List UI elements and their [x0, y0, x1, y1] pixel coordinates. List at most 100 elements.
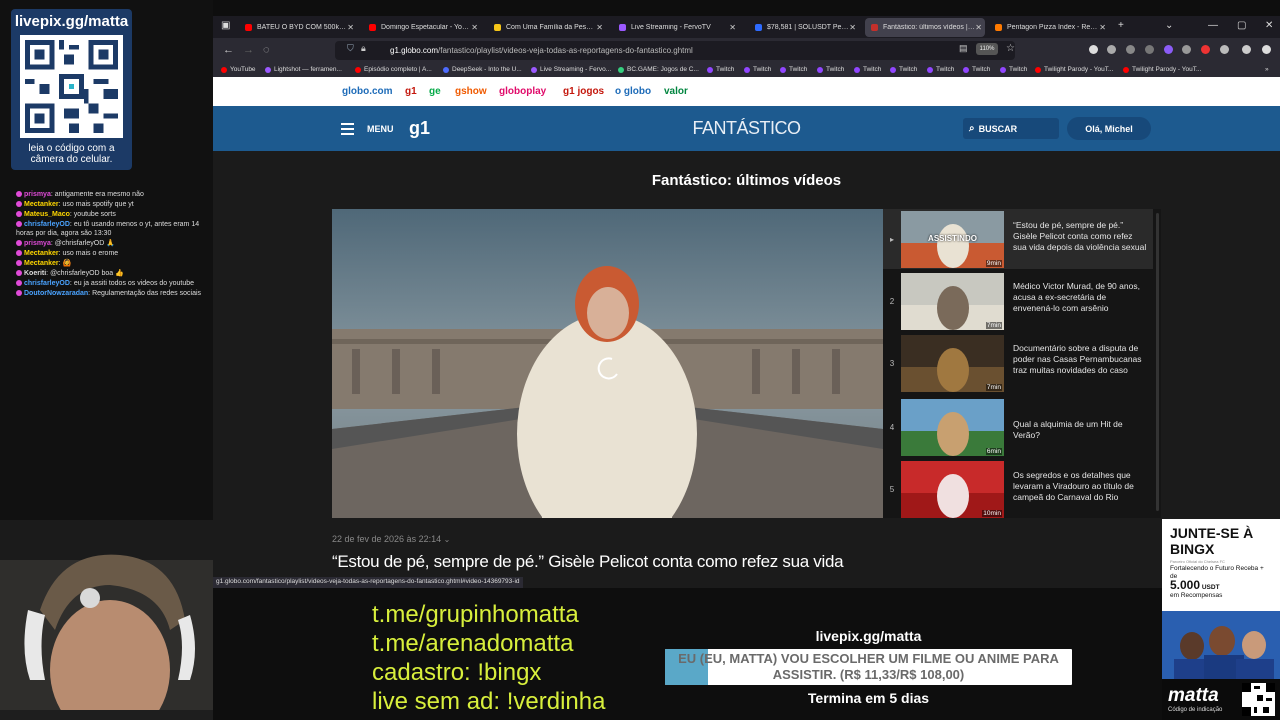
- globo-portal-link[interactable]: gshow: [455, 86, 487, 97]
- tab-favicon-icon: [619, 24, 626, 31]
- playlist-item[interactable]: 2 7min Médico Victor Murad, de 90 anos, ac…: [883, 271, 1153, 331]
- globo-portal-link[interactable]: g1 jogos: [563, 86, 604, 97]
- bookmark-label: Twitch: [972, 66, 991, 73]
- tab-close-icon[interactable]: ✕: [975, 23, 982, 32]
- maximize-button[interactable]: ▢: [1237, 20, 1246, 31]
- bookmark-item[interactable]: Twilight Parody - YouT...: [1035, 66, 1113, 73]
- watching-label: ASSISTINDO: [928, 234, 977, 243]
- chat-message: Mateus_Maco: youtube sorts: [16, 210, 206, 219]
- tab-close-icon[interactable]: ✕: [729, 23, 736, 32]
- menu-icon[interactable]: [1262, 45, 1271, 54]
- bookmark-item[interactable]: Twilight Parody - YouT...: [1123, 66, 1201, 73]
- extension-icon[interactable]: [1201, 45, 1210, 54]
- playlist-scrollbar[interactable]: [1156, 213, 1159, 511]
- bookmark-item[interactable]: Twitch: [707, 66, 734, 73]
- globo-portal-link[interactable]: globo.com: [342, 86, 393, 97]
- bookmark-item[interactable]: Live Streaming - Fervo...: [531, 66, 611, 73]
- chat-badge-icon: [16, 250, 22, 257]
- playlist-number: 2: [889, 297, 895, 306]
- zoom-level[interactable]: 110%: [976, 43, 998, 55]
- bookmark-item[interactable]: Lightshot — ferramen...: [265, 66, 342, 73]
- back-icon[interactable]: ←: [223, 44, 234, 56]
- tab-label: Domingo Espetacular - YouTub: [381, 24, 478, 31]
- chat-text: antigamente era mesmo não: [54, 191, 144, 198]
- forward-icon[interactable]: →: [243, 44, 254, 56]
- bookmark-favicon-icon: [265, 66, 271, 73]
- new-tab-button[interactable]: +: [1118, 20, 1124, 31]
- livepix-goal: livepix.gg/matta EU (EU, MATTA) VOU ESCO…: [665, 628, 1072, 706]
- loading-spinner-icon[interactable]: ◌: [263, 44, 270, 56]
- extension-icon[interactable]: [1145, 45, 1154, 54]
- search-icon: ⌕: [969, 123, 975, 134]
- tab-strip: ▣ + ⌄ — ▢ ✕ BATEU O BYD COM 500km SOB ✕ Do…: [213, 16, 1280, 38]
- bookmark-label: YouTube: [230, 66, 256, 73]
- globo-portal-link[interactable]: g1: [405, 86, 417, 97]
- browser-tab[interactable]: Com Uma Família da Pesada (C ✕: [488, 18, 606, 37]
- extension-icon[interactable]: [1164, 45, 1173, 54]
- tab-close-icon[interactable]: ✕: [347, 23, 354, 32]
- bookmark-item[interactable]: YouTube: [221, 66, 256, 73]
- extension-icon[interactable]: [1242, 45, 1251, 54]
- url-host: g1.globo.com: [390, 46, 439, 55]
- extension-icon[interactable]: [1182, 45, 1191, 54]
- bookmark-item[interactable]: BC.GAME: Jogos de C...: [618, 66, 699, 73]
- globo-portal-link[interactable]: globoplay: [499, 86, 546, 97]
- goal-progress-bar: EU (EU, MATTA) VOU ESCOLHER UM FILME OU …: [665, 649, 1072, 685]
- video-playlist: ▸ ASSISTINDO 9min “Estou de pé, sempre de p…: [883, 209, 1161, 518]
- tab-list-icon[interactable]: ▣: [221, 20, 230, 31]
- tab-close-icon[interactable]: ✕: [1099, 23, 1106, 32]
- url-bar[interactable]: g1.globo.com/fantastico/playlist/videos-…: [335, 41, 1015, 60]
- bookmark-favicon-icon: [963, 66, 969, 73]
- tab-close-icon[interactable]: ✕: [471, 23, 478, 32]
- stream-link: live sem ad: !verdinha: [372, 688, 606, 715]
- ad-amount: 5.000: [1170, 578, 1201, 592]
- extension-icon[interactable]: [1107, 45, 1116, 54]
- bookmark-item[interactable]: Twitch: [744, 66, 771, 73]
- tab-close-icon[interactable]: ✕: [596, 23, 603, 32]
- lock-icon[interactable]: 🔒︎: [361, 43, 366, 54]
- shield-icon[interactable]: ⛉: [347, 43, 354, 54]
- url-path: /fantastico/playlist/videos-veja-todas-a…: [438, 46, 693, 55]
- bookmark-item[interactable]: Twitch: [780, 66, 807, 73]
- bookmark-item[interactable]: Twitch: [963, 66, 990, 73]
- browser-tab[interactable]: BATEU O BYD COM 500km SOB ✕: [239, 18, 357, 37]
- tab-favicon-icon: [755, 24, 762, 31]
- playlist-item[interactable]: 3 7min Documentário sobre a disputa de pod…: [883, 333, 1153, 393]
- search-button[interactable]: ⌕ BUSCAR: [963, 118, 1059, 139]
- bookmark-star-icon[interactable]: ☆: [1006, 43, 1015, 54]
- bookmark-item[interactable]: Twitch: [817, 66, 844, 73]
- browser-tab[interactable]: Pentagon Pizza Index - Real-Tir ✕: [989, 18, 1109, 37]
- extension-icon[interactable]: [1126, 45, 1135, 54]
- video-player[interactable]: [332, 209, 883, 518]
- bookmark-item[interactable]: Twitch: [927, 66, 954, 73]
- extension-icon[interactable]: [1220, 45, 1229, 54]
- bookmark-item[interactable]: Twitch: [854, 66, 881, 73]
- user-button[interactable]: Olá, Michel: [1067, 117, 1151, 140]
- chat-text: eu ja assiti todos os videos do youtube: [73, 280, 195, 287]
- browser-window: ▣ + ⌄ — ▢ ✕ BATEU O BYD COM 500km SOB ✕ Do…: [213, 16, 1280, 588]
- browser-tab[interactable]: Domingo Espetacular - YouTub ✕: [363, 18, 481, 37]
- reader-view-icon[interactable]: ▤: [959, 43, 968, 54]
- bookmark-item[interactable]: Twitch: [1000, 66, 1027, 73]
- playlist-item[interactable]: 5 10min Os segredos e os detalhes que leva…: [883, 459, 1153, 518]
- playlist-item[interactable]: ▸ ASSISTINDO 9min “Estou de pé, sempre de p…: [883, 209, 1153, 269]
- bookmarks-overflow-icon[interactable]: »: [1265, 66, 1269, 73]
- browser-tab[interactable]: $78,581 | SOLUSDT Perpétuos ✕: [749, 18, 859, 37]
- extension-icon[interactable]: [1089, 45, 1098, 54]
- tab-close-icon[interactable]: ✕: [849, 23, 856, 32]
- playlist-item[interactable]: 4 6min Qual a alquimia de um Hit de Verão?: [883, 397, 1153, 457]
- stream-link: t.me/grupinhomatta: [372, 601, 579, 628]
- bookmark-item[interactable]: Episódio completo | A...: [355, 66, 432, 73]
- bookmark-item[interactable]: Twitch: [890, 66, 917, 73]
- list-all-tabs-icon[interactable]: ⌄: [1165, 20, 1173, 31]
- globo-portal-link[interactable]: ge: [429, 86, 441, 97]
- browser-tab[interactable]: Live Streaming - FervoTV ✕: [613, 18, 739, 37]
- globo-portal-link[interactable]: o globo: [615, 86, 651, 97]
- chat-username: Mectanker: [24, 201, 59, 208]
- minimize-button[interactable]: —: [1208, 20, 1218, 31]
- close-window-button[interactable]: ✕: [1265, 20, 1273, 31]
- playlist-thumbnail: ASSISTINDO 9min: [901, 211, 1004, 268]
- bookmark-item[interactable]: DeepSeek - Into the U...: [443, 66, 522, 73]
- globo-portal-link[interactable]: valor: [664, 86, 688, 97]
- browser-tab[interactable]: Fantástico: últimos vídeos | Fant ✕: [865, 18, 985, 37]
